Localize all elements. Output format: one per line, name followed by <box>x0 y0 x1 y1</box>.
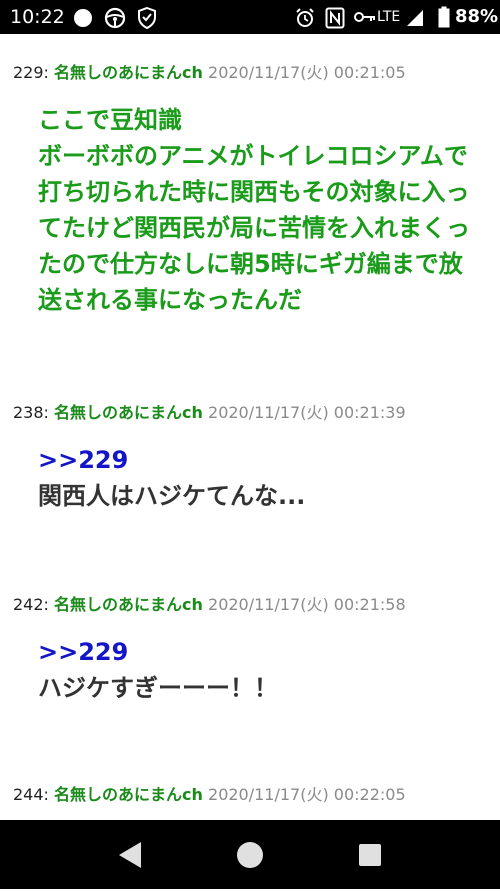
post-header: 229: 名無しのあにまんch 2020/11/17(火) 00:21:05 <box>13 62 406 84</box>
poster-name: 名無しのあにまんch <box>54 785 203 804</box>
back-icon <box>119 842 141 868</box>
post-number[interactable]: 238: <box>13 403 49 422</box>
post-number[interactable]: 242: <box>13 595 49 614</box>
network-type: LTE <box>377 9 401 25</box>
home-icon <box>237 842 263 868</box>
post-header: 242: 名無しのあにまんch 2020/11/17(火) 00:21:58 <box>13 594 406 616</box>
poster-name: 名無しのあにまんch <box>54 595 203 614</box>
post-body: >>229 関西人はハジケてんな... <box>38 442 490 514</box>
battery-icon <box>438 6 450 28</box>
back-button[interactable] <box>100 820 160 889</box>
circle-icon <box>74 9 92 27</box>
poster-name: 名無しのあにまんch <box>54 63 203 82</box>
signal-icon <box>407 10 423 26</box>
home-button[interactable] <box>220 820 280 889</box>
reply-anchor-link[interactable]: >>229 <box>38 634 490 670</box>
post-line: 打ち切られた時に関西もその対象に入っ <box>38 178 470 206</box>
reply-anchor-link[interactable]: >>229 <box>38 442 490 478</box>
shield-icon <box>138 6 156 30</box>
vpn-key-icon <box>354 12 375 22</box>
post-header: 238: 名無しのあにまんch 2020/11/17(火) 00:21:39 <box>13 402 406 424</box>
nfc-icon <box>325 7 345 29</box>
status-bar: 10:22 LTE 88% <box>0 0 500 34</box>
post-line: てたけど関西民が局に苦情を入れまくっ <box>38 214 470 242</box>
post-line: ボーボボのアニメがトイレコロシアムで <box>38 142 468 170</box>
post-date: 2020/11/17(火) 00:21:58 <box>208 595 406 614</box>
poster-name: 名無しのあにまんch <box>54 403 203 422</box>
post-date: 2020/11/17(火) 00:22:05 <box>208 785 406 804</box>
post-number[interactable]: 244: <box>13 785 49 804</box>
post-date: 2020/11/17(火) 00:21:39 <box>208 403 406 422</box>
recents-icon <box>359 844 381 866</box>
post-body: >>229 ハジケすぎーーー！！ <box>38 634 490 706</box>
post-body: ここで豆知識 ボーボボのアニメがトイレコロシアムで 打ち切られた時に関西もその対… <box>38 102 490 318</box>
thread-content[interactable]: 229: 名無しのあにまんch 2020/11/17(火) 00:21:05 こ… <box>0 34 500 820</box>
post-line: ハジケすぎーーー！！ <box>38 674 278 702</box>
post-line: 送される事になったんだ <box>38 286 302 314</box>
post-line: 関西人はハジケてんな... <box>38 482 306 510</box>
battery-percent: 88% <box>455 6 499 27</box>
post-date: 2020/11/17(火) 00:21:05 <box>208 63 406 82</box>
post-line: たので仕方なしに朝5時にギガ編まで放 <box>38 250 463 278</box>
post-number[interactable]: 229: <box>13 63 49 82</box>
alarm-icon <box>296 8 314 27</box>
navigation-bar <box>0 820 500 889</box>
post-header: 244: 名無しのあにまんch 2020/11/17(火) 00:22:05 <box>13 784 406 806</box>
post-line: ここで豆知識 <box>38 106 182 134</box>
recents-button[interactable] <box>340 820 400 889</box>
status-time: 10:22 <box>10 6 65 28</box>
steering-wheel-icon <box>104 7 126 29</box>
